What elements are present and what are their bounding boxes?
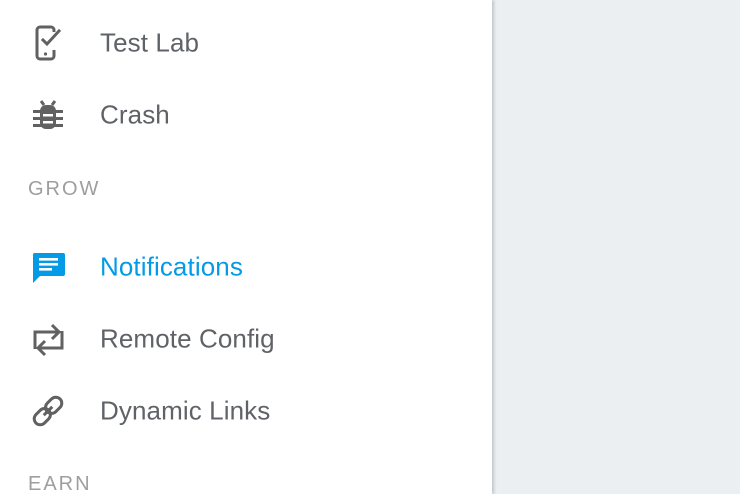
- phone-check-icon: [28, 23, 68, 63]
- bug-icon: [28, 95, 68, 135]
- sidebar-item-label: Dynamic Links: [100, 395, 271, 426]
- message-icon: [28, 247, 68, 287]
- sidebar-item-dynamic-links[interactable]: Dynamic Links: [0, 383, 492, 439]
- sidebar-item-test-lab[interactable]: Test Lab: [0, 15, 492, 71]
- main-content-area: [492, 0, 740, 494]
- sidebar-item-remote-config[interactable]: Remote Config: [0, 311, 492, 367]
- sidebar: Test Lab Crash GROW Notifications Remote…: [0, 0, 492, 494]
- app-window: Test Lab Crash GROW Notifications Remote…: [0, 0, 740, 494]
- section-header-grow: GROW: [28, 178, 101, 200]
- sidebar-item-label: Remote Config: [100, 323, 275, 354]
- sidebar-item-label: Test Lab: [100, 27, 200, 58]
- link-icon: [28, 391, 68, 431]
- section-header-earn: EARN: [28, 473, 92, 494]
- sidebar-item-notifications[interactable]: Notifications: [0, 239, 492, 295]
- sidebar-item-label: Crash: [100, 99, 170, 130]
- sidebar-item-label: Notifications: [100, 251, 243, 282]
- swap-arrows-icon: [28, 319, 68, 359]
- sidebar-item-crash[interactable]: Crash: [0, 87, 492, 143]
